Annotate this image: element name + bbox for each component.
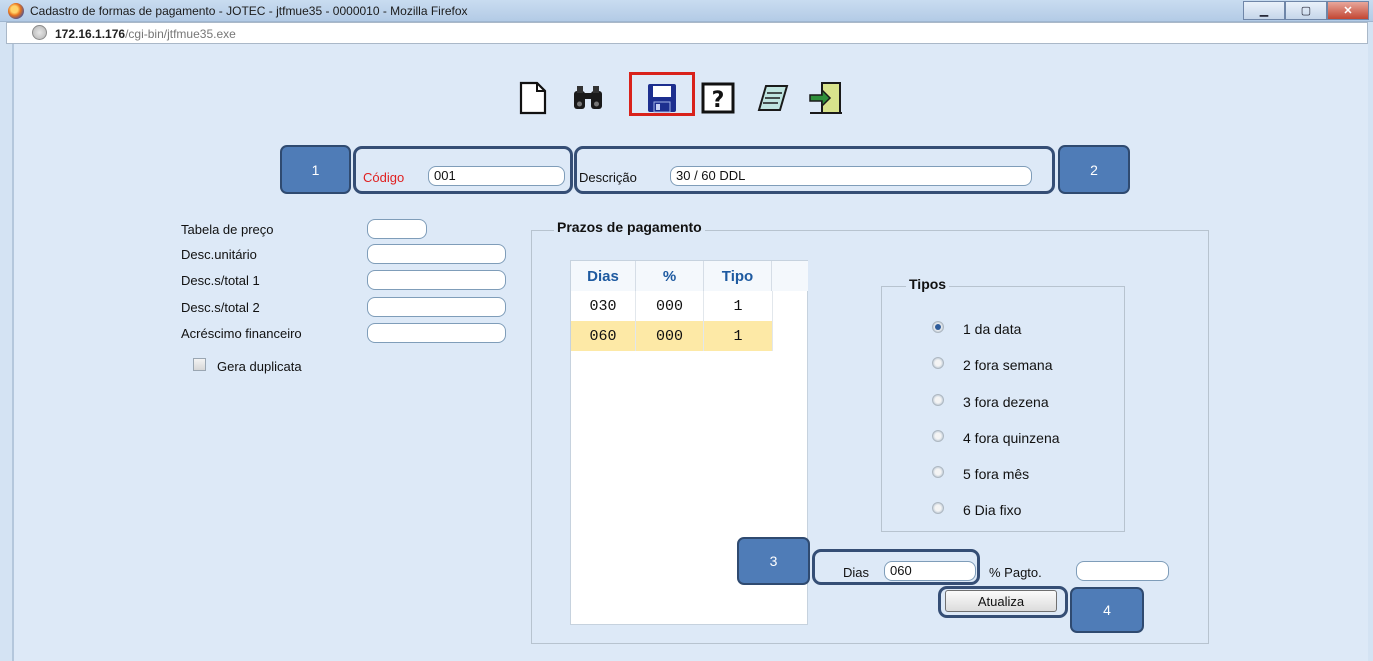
radio-label: 3 fora dezena bbox=[963, 394, 1049, 410]
cell-dias: 030 bbox=[571, 291, 636, 321]
desc-unitario-input[interactable] bbox=[367, 244, 506, 264]
radio-label: 5 fora mês bbox=[963, 466, 1030, 482]
callout-1: 1 bbox=[280, 145, 351, 194]
cell-tipo: 1 bbox=[704, 291, 773, 321]
radio-label: 4 fora quinzena bbox=[963, 430, 1060, 446]
url-path: /cgi-bin/jtfmue35.exe bbox=[125, 27, 236, 41]
acrescimo-input[interactable] bbox=[367, 323, 506, 343]
firefox-logo-icon bbox=[8, 3, 24, 19]
atualiza-button[interactable]: Atualiza bbox=[945, 590, 1057, 612]
callout-3: 3 bbox=[737, 537, 810, 585]
callout-2: 2 bbox=[1058, 145, 1130, 194]
close-button[interactable]: ✕ bbox=[1327, 1, 1369, 20]
prazos-table-header: Dias % Tipo bbox=[571, 261, 808, 291]
maximize-button[interactable]: ▢ bbox=[1285, 1, 1327, 20]
codigo-label: Código bbox=[363, 170, 405, 185]
radio-1-da-data[interactable] bbox=[932, 321, 944, 333]
svg-text:?: ? bbox=[712, 88, 725, 113]
floppy-save-icon[interactable] bbox=[644, 80, 680, 116]
desc-total2-input[interactable] bbox=[367, 297, 506, 317]
tipos-legend: Tipos bbox=[906, 276, 950, 292]
prazos-legend: Prazos de pagamento bbox=[554, 219, 705, 235]
url-text[interactable]: 172.16.1.176/cgi-bin/jtfmue35.exe bbox=[55, 27, 236, 41]
cell-dias: 060 bbox=[571, 321, 636, 351]
cell-pct: 000 bbox=[636, 291, 704, 321]
radio-label: 2 fora semana bbox=[963, 357, 1053, 373]
tabela-preco-label: Tabela de preço bbox=[181, 222, 274, 237]
exit-door-icon[interactable] bbox=[808, 80, 844, 116]
dias-label: Dias bbox=[843, 565, 870, 580]
gera-duplicata-label: Gera duplicata bbox=[217, 359, 302, 374]
notepad-icon[interactable] bbox=[755, 80, 791, 116]
new-document-icon[interactable] bbox=[515, 80, 551, 116]
cell-tipo: 1 bbox=[704, 321, 773, 351]
url-host: 172.16.1.176 bbox=[55, 27, 126, 41]
dias-input[interactable]: 060 bbox=[884, 561, 976, 581]
descricao-label: Descrição bbox=[579, 170, 637, 185]
radio-3-fora-dezena[interactable] bbox=[932, 394, 944, 406]
desc-total1-label: Desc.s/total 1 bbox=[181, 273, 260, 288]
pagto-input[interactable] bbox=[1076, 561, 1169, 581]
site-identity-icon[interactable] bbox=[32, 25, 47, 40]
gera-duplicata-checkbox[interactable] bbox=[193, 358, 206, 371]
binoculars-search-icon[interactable] bbox=[570, 80, 606, 116]
radio-label: 6 Dia fixo bbox=[963, 502, 1022, 518]
radio-5-fora-mes[interactable] bbox=[932, 466, 944, 478]
tabela-preco-input[interactable] bbox=[367, 219, 427, 239]
column-header-dias[interactable]: Dias bbox=[571, 261, 636, 291]
help-icon[interactable]: ? bbox=[700, 80, 736, 116]
radio-4-fora-quinzena[interactable] bbox=[932, 430, 944, 442]
table-row[interactable]: 030 000 1 bbox=[571, 291, 773, 322]
callout-4: 4 bbox=[1070, 587, 1144, 633]
minimize-button[interactable]: ▁ bbox=[1243, 1, 1285, 20]
window-title: Cadastro de formas de pagamento - JOTEC … bbox=[30, 4, 468, 18]
pagto-label: % Pagto. bbox=[989, 565, 1042, 580]
radio-label: 1 da data bbox=[963, 321, 1022, 337]
column-header-filler bbox=[772, 261, 808, 291]
desc-unitario-label: Desc.unitário bbox=[181, 247, 257, 262]
radio-6-dia-fixo[interactable] bbox=[932, 502, 944, 514]
column-header-tipo[interactable]: Tipo bbox=[704, 261, 772, 291]
descricao-input[interactable]: 30 / 60 DDL bbox=[670, 166, 1032, 186]
radio-2-fora-semana[interactable] bbox=[932, 357, 944, 369]
column-header-pct[interactable]: % bbox=[636, 261, 704, 291]
table-row-selected[interactable]: 060 000 1 bbox=[571, 321, 773, 351]
acrescimo-label: Acréscimo financeiro bbox=[181, 326, 302, 341]
codigo-input[interactable]: 001 bbox=[428, 166, 565, 186]
desc-total1-input[interactable] bbox=[367, 270, 506, 290]
cell-pct: 000 bbox=[636, 321, 704, 351]
desc-total2-label: Desc.s/total 2 bbox=[181, 300, 260, 315]
window-controls: ▁ ▢ ✕ bbox=[1243, 1, 1369, 20]
